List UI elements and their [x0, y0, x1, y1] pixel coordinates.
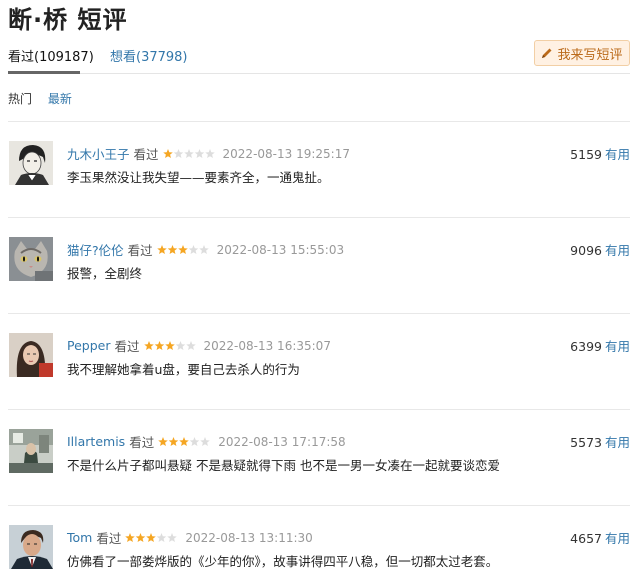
comment-text: 仿佛看了一部娄烨版的《少年的你》，故事讲得四平八稳，但一切都太过老套。 — [67, 554, 499, 569]
comment-time: 2022-08-13 17:17:58 — [218, 434, 346, 449]
username-link[interactable]: Illartemis — [67, 434, 125, 449]
comment-meta: Pepper 看过 2022-08-13 16:35:07 — [67, 336, 331, 355]
star-icon — [173, 148, 183, 158]
username-link[interactable]: 猫仔?伦伦 — [67, 240, 124, 259]
useful-button[interactable]: 有用 — [605, 147, 630, 162]
rating-stars — [162, 148, 215, 160]
comment-text: 报警，全剧终 — [67, 266, 143, 281]
useful-button[interactable]: 有用 — [605, 531, 630, 546]
pencil-icon — [541, 47, 553, 59]
comment-time: 2022-08-13 15:55:03 — [216, 242, 345, 257]
comment-item: Pepper 看过 2022-08-13 16:35:07 我不理解她拿着u盘，要自己… — [8, 313, 630, 409]
star-icon — [167, 244, 177, 254]
watch-status: 看过 — [127, 243, 153, 258]
vote-count: 5573 有用 — [570, 432, 630, 451]
rating-stars — [156, 244, 209, 256]
comment-time: 2022-08-13 16:35:07 — [203, 338, 331, 353]
comment-meta: 猫仔?伦伦 看过 2022-08-13 15:55:03 — [67, 240, 344, 259]
comment-item: Tom 看过 2022-08-13 13:11:30 仿佛看了一部娄烨版的《少年的你》… — [8, 505, 630, 579]
useful-button[interactable]: 有用 — [605, 243, 630, 258]
star-icon — [168, 436, 179, 446]
sort-latest[interactable]: 最新 — [48, 92, 72, 106]
username-link[interactable]: Tom — [67, 530, 92, 545]
vote-number: 9096 — [570, 243, 602, 258]
rating-stars — [158, 436, 210, 448]
comment-tabs: 看过(109187) 想看(37798) 我来写短评 — [8, 40, 630, 74]
vote-count: 4657 有用 — [570, 528, 630, 547]
comment-meta: Tom 看过 2022-08-13 13:11:30 — [67, 528, 313, 547]
comment-text: 不是什么片子都叫悬疑 不是悬疑就得下雨 也不是一男一女凑在一起就要谈恋爱 — [67, 458, 500, 473]
star-icon — [136, 532, 146, 542]
vote-number: 5573 — [570, 435, 602, 450]
star-icon — [156, 244, 167, 254]
sort-options: 热门 最新 — [8, 90, 72, 107]
avatar[interactable] — [9, 333, 53, 377]
tab-want-to-watch[interactable]: 想看(37798) — [110, 46, 188, 65]
write-review-button[interactable]: 我来写短评 — [534, 40, 630, 66]
username-link[interactable]: Pepper — [67, 338, 110, 353]
comment-text: 李玉果然没让我失望——要素齐全，一通鬼扯。 — [67, 170, 330, 185]
active-tab-indicator — [8, 71, 80, 74]
star-icon — [146, 532, 157, 542]
comment-time: 2022-08-13 13:11:30 — [185, 530, 313, 545]
star-icon — [125, 532, 136, 542]
watch-status: 看过 — [114, 339, 140, 354]
comment-item: 猫仔?伦伦 看过 2022-08-13 15:55:03 报警，全剧终 9096 有用 — [8, 217, 630, 313]
avatar[interactable] — [9, 429, 53, 473]
avatar[interactable] — [9, 525, 53, 569]
comment-time: 2022-08-13 19:25:17 — [222, 146, 350, 161]
comment-item: Illartemis 看过 2022-08-13 17:17:58 不是什么片子都叫悬… — [8, 409, 630, 505]
vote-number: 5159 — [570, 147, 602, 162]
star-icon — [177, 244, 188, 254]
star-icon — [143, 340, 154, 350]
rating-stars — [143, 340, 196, 352]
star-icon — [167, 532, 178, 542]
star-icon — [175, 340, 185, 350]
star-icon — [183, 148, 194, 158]
star-icon — [157, 532, 167, 542]
avatar[interactable] — [9, 237, 53, 281]
page-title: 断·桥 短评 — [8, 6, 128, 34]
tab-watched[interactable]: 看过(109187) — [8, 46, 94, 65]
star-icon — [162, 148, 173, 158]
vote-count: 5159 有用 — [570, 144, 630, 163]
star-icon — [189, 436, 200, 446]
star-icon — [198, 244, 209, 254]
watch-status: 看过 — [133, 147, 159, 162]
rating-stars — [125, 532, 178, 544]
comment-list: 九木小王子 看过 2022-08-13 19:25:17 李玉果然没让我失望——要素齐… — [8, 121, 630, 579]
comment-meta: Illartemis 看过 2022-08-13 17:17:58 — [67, 432, 346, 451]
star-icon — [158, 436, 168, 446]
comment-text: 我不理解她拿着u盘，要自己去杀人的行为 — [67, 362, 300, 377]
vote-count: 9096 有用 — [570, 240, 630, 259]
comment-item: 九木小王子 看过 2022-08-13 19:25:17 李玉果然没让我失望——要素齐… — [8, 121, 630, 217]
star-icon — [194, 148, 204, 158]
watch-status: 看过 — [129, 435, 155, 450]
watch-status: 看过 — [96, 531, 122, 546]
sort-hot[interactable]: 热门 — [8, 92, 32, 106]
star-icon — [188, 244, 198, 254]
vote-count: 6399 有用 — [570, 336, 630, 355]
star-icon — [200, 436, 210, 446]
star-icon — [185, 340, 196, 350]
write-review-label: 我来写短评 — [557, 47, 623, 63]
useful-button[interactable]: 有用 — [605, 339, 630, 354]
useful-button[interactable]: 有用 — [605, 435, 630, 450]
avatar[interactable] — [9, 141, 53, 185]
star-icon — [164, 340, 175, 350]
star-icon — [179, 436, 189, 446]
vote-number: 6399 — [570, 339, 602, 354]
comment-meta: 九木小王子 看过 2022-08-13 19:25:17 — [67, 144, 350, 163]
star-icon — [204, 148, 215, 158]
star-icon — [154, 340, 164, 350]
vote-number: 4657 — [570, 531, 602, 546]
username-link[interactable]: 九木小王子 — [67, 144, 130, 163]
